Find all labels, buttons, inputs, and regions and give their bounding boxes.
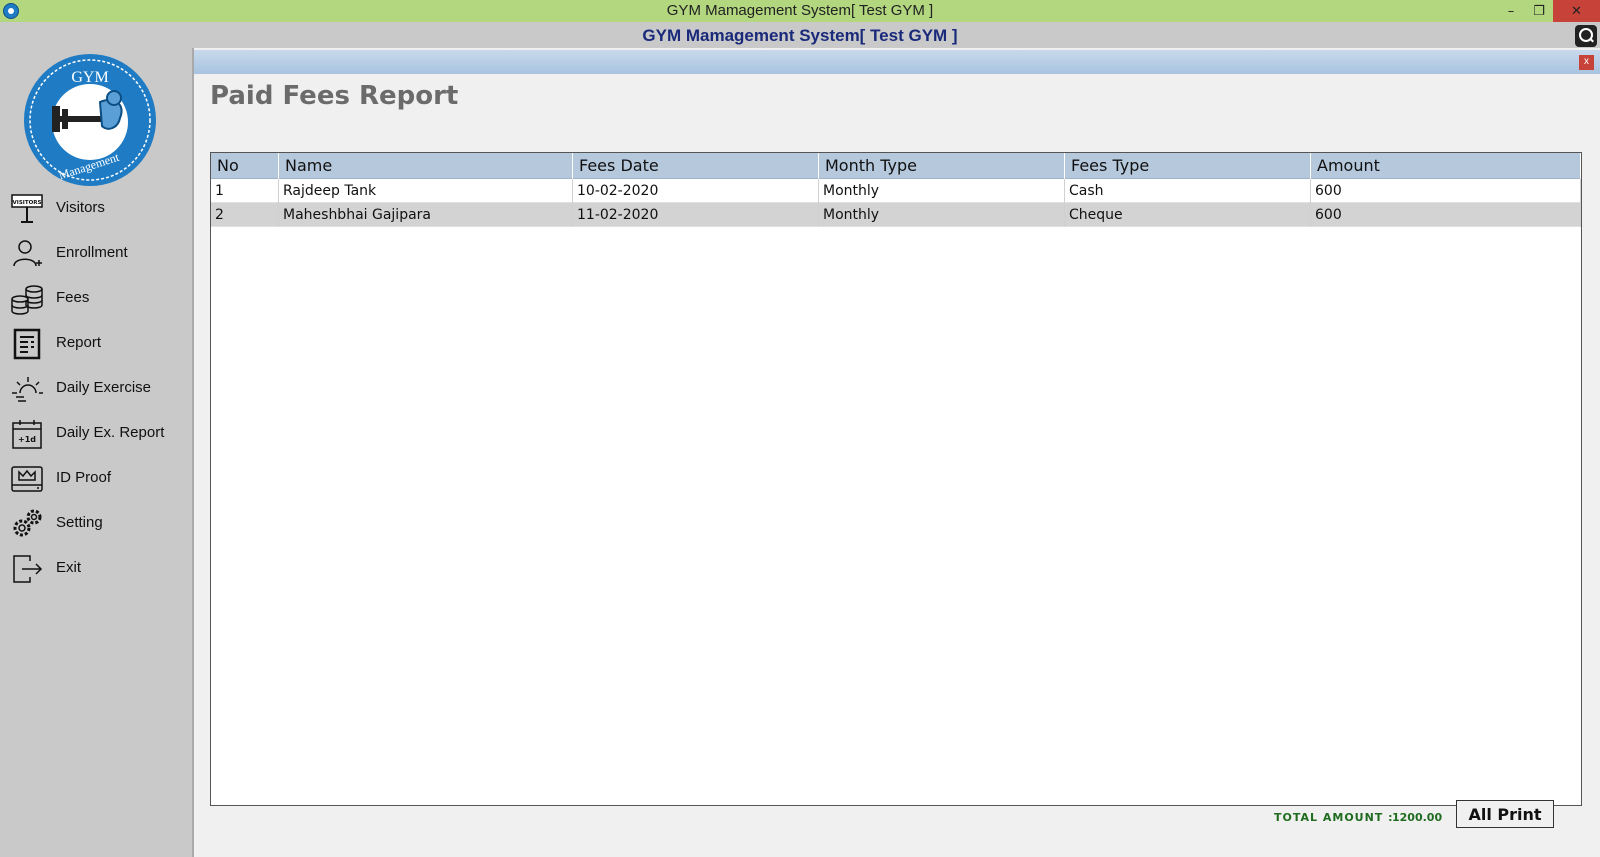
sidebar-item-label: Report — [56, 334, 102, 351]
cell-fees-type: Cash — [1065, 179, 1311, 203]
gym-logo: GYM Management — [24, 54, 156, 186]
cell-name: Maheshbhai Gajipara — [279, 203, 573, 227]
calendar-icon: +1d — [12, 420, 42, 449]
search-icon[interactable] — [1575, 25, 1597, 47]
coins-stack-icon — [11, 285, 43, 315]
sidebar-item-report[interactable]: Report — [8, 326, 192, 362]
cell-amount: 600 — [1311, 203, 1581, 227]
sidebar-item-id-proof[interactable]: ID Proof — [8, 461, 192, 497]
cell-no: 2 — [211, 203, 279, 227]
column-header-name[interactable]: Name — [279, 153, 573, 179]
all-print-button[interactable]: All Print — [1456, 800, 1554, 828]
sidebar-item-exit[interactable]: Exit — [8, 551, 192, 587]
sidebar-item-visitors[interactable]: VISITORS Visitors — [8, 191, 192, 227]
sidebar-item-label: Daily Ex. Report — [56, 424, 165, 441]
gears-icon — [13, 509, 42, 537]
column-header-fees-type[interactable]: Fees Type — [1065, 153, 1311, 179]
sidebar-item-label: ID Proof — [56, 469, 112, 486]
column-header-amount[interactable]: Amount — [1311, 153, 1581, 179]
sunrise-icon — [12, 377, 43, 402]
exit-icon — [13, 555, 43, 583]
svg-text:VISITORS: VISITORS — [13, 200, 42, 206]
sidebar-item-fees[interactable]: Fees — [8, 281, 192, 317]
cell-no: 1 — [211, 179, 279, 203]
cell-amount: 600 — [1311, 179, 1581, 203]
visitors-sign-icon: VISITORS — [11, 194, 43, 223]
cell-name: Rajdeep Tank — [279, 179, 573, 203]
sidebar-item-setting[interactable]: Setting — [8, 506, 192, 542]
sidebar-item-daily-exercise[interactable]: Daily Exercise — [8, 371, 192, 407]
sidebar-item-daily-ex-report[interactable]: +1d Daily Ex. Report — [8, 416, 192, 452]
cell-fees-date: 10-02-2020 — [573, 179, 819, 203]
report-document-icon — [13, 328, 41, 360]
fees-table[interactable]: No Name Fees Date Month Type Fees Type A… — [210, 152, 1582, 806]
sidebar: GYM Management VISITORS Visitors Enrollm… — [0, 48, 192, 857]
cell-fees-type: Cheque — [1065, 203, 1311, 227]
window-title-bar: GYM Mamagement System[ Test GYM ] – ❐ ✕ — [0, 0, 1600, 22]
sidebar-item-label: Setting — [56, 514, 103, 531]
column-header-no[interactable]: No — [211, 153, 279, 179]
cell-fees-date: 11-02-2020 — [573, 203, 819, 227]
sidebar-item-label: Visitors — [56, 199, 105, 216]
table-row[interactable]: 1 Rajdeep Tank 10-02-2020 Monthly Cash 6… — [211, 179, 1581, 203]
sidebar-item-label: Enrollment — [56, 244, 128, 261]
page-title: Paid Fees Report — [210, 81, 459, 111]
maximize-button[interactable]: ❐ — [1525, 0, 1553, 22]
id-card-icon — [11, 466, 43, 492]
column-header-fees-date[interactable]: Fees Date — [573, 153, 819, 179]
logo-top-text: GYM — [71, 69, 108, 86]
column-header-month-type[interactable]: Month Type — [819, 153, 1065, 179]
user-add-icon — [13, 240, 42, 267]
report-panel: x Paid Fees Report No Name Fees Date Mon… — [192, 48, 1600, 857]
window-title: GYM Mamagement System[ Test GYM ] — [666, 2, 934, 19]
sidebar-item-label: Exit — [56, 559, 82, 576]
panel-header-strip — [194, 50, 1600, 74]
app-header-title: GYM Mamagement System[ Test GYM ] — [642, 26, 958, 45]
sidebar-item-enrollment[interactable]: Enrollment — [8, 236, 192, 272]
total-amount-label: TOTAL AMOUNT : — [1274, 811, 1394, 824]
sidebar-item-label: Fees — [56, 289, 90, 306]
cell-month-type: Monthly — [819, 203, 1065, 227]
table-header: No Name Fees Date Month Type Fees Type A… — [211, 153, 1581, 179]
app-header: GYM Mamagement System[ Test GYM ] — [0, 22, 1600, 48]
sidebar-item-label: Daily Exercise — [56, 379, 152, 396]
close-window-button[interactable]: ✕ — [1553, 0, 1600, 22]
panel-close-button[interactable]: x — [1579, 55, 1594, 70]
cell-month-type: Monthly — [819, 179, 1065, 203]
svg-text:+1d: +1d — [18, 435, 36, 444]
table-row[interactable]: 2 Maheshbhai Gajipara 11-02-2020 Monthly… — [211, 203, 1581, 227]
total-amount-value: 1200.00 — [1392, 811, 1443, 824]
minimize-button[interactable]: – — [1497, 0, 1525, 22]
